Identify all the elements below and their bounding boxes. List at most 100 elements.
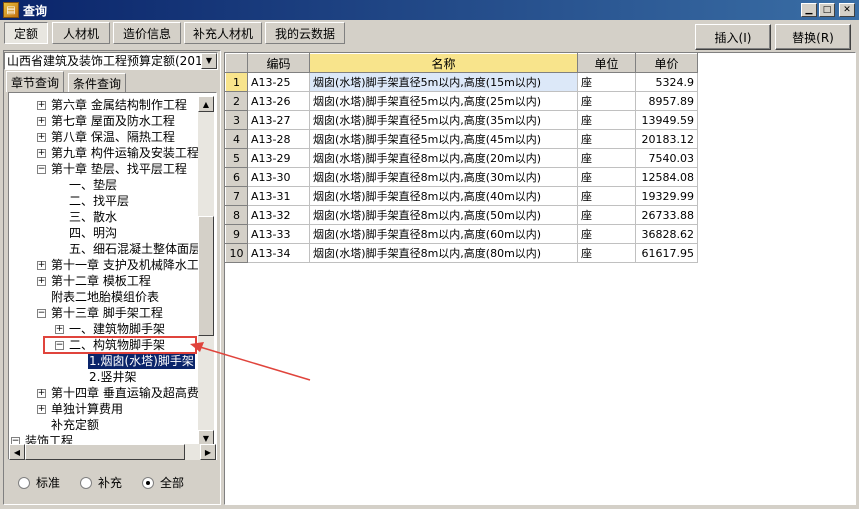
minimize-icon[interactable]: ▁ <box>801 3 817 17</box>
expand-icon[interactable]: + <box>37 388 46 398</box>
code-cell[interactable]: A13-27 <box>247 110 310 130</box>
table-row[interactable]: 2 A13-26 烟囱(水塔)脚手架直径5m以内,高度(25m以内) 座 8957.89 <box>225 91 698 111</box>
radio-all[interactable]: 全部 <box>142 474 184 491</box>
tree-item[interactable]: − 第十章 垫层、找平层工程 <box>37 161 188 177</box>
subtab-condition-search[interactable]: 条件查询 <box>68 73 127 92</box>
code-cell[interactable]: A13-28 <box>247 129 310 149</box>
name-cell[interactable]: 烟囱(水塔)脚手架直径8m以内,高度(40m以内) <box>309 186 578 206</box>
tree-item[interactable]: 三、散水 <box>55 209 118 225</box>
scroll-left-icon[interactable]: ◀ <box>9 444 25 460</box>
row-number-cell[interactable]: 9 <box>225 224 248 244</box>
row-number-cell[interactable]: 3 <box>225 110 248 130</box>
tab-dinge[interactable]: 定额 <box>4 22 48 44</box>
price-cell[interactable]: 8957.89 <box>635 91 698 111</box>
column-header-price[interactable]: 单价 <box>635 53 698 73</box>
code-cell[interactable]: A13-31 <box>247 186 310 206</box>
scroll-right-icon[interactable]: ▶ <box>200 444 216 460</box>
tree-item[interactable]: + 一、建筑物脚手架 <box>55 321 166 337</box>
name-cell[interactable]: 烟囱(水塔)脚手架直径5m以内,高度(25m以内) <box>309 91 578 111</box>
tree-item[interactable]: + 第十四章 垂直运输及超高费 <box>37 385 200 401</box>
code-cell[interactable]: A13-25 <box>247 72 310 92</box>
price-cell[interactable]: 13949.59 <box>635 110 698 130</box>
code-cell[interactable]: A13-30 <box>247 167 310 187</box>
tab-rencaiji[interactable]: 人材机 <box>52 22 110 44</box>
tree-item[interactable]: + 第八章 保温、隔热工程 <box>37 129 176 145</box>
unit-cell[interactable]: 座 <box>577 224 636 244</box>
code-cell[interactable]: A13-34 <box>247 243 310 263</box>
price-cell[interactable]: 7540.03 <box>635 148 698 168</box>
row-number-cell[interactable]: 1 <box>225 72 248 92</box>
price-cell[interactable]: 36828.62 <box>635 224 698 244</box>
unit-cell[interactable]: 座 <box>577 91 636 111</box>
table-row[interactable]: 6 A13-30 烟囱(水塔)脚手架直径8m以内,高度(30m以内) 座 12584.0… <box>225 167 698 187</box>
row-number-cell[interactable]: 6 <box>225 167 248 187</box>
row-number-cell[interactable]: 10 <box>225 243 248 263</box>
scroll-up-icon[interactable]: ▲ <box>198 96 214 112</box>
price-cell[interactable]: 61617.95 <box>635 243 698 263</box>
unit-cell[interactable]: 座 <box>577 167 636 187</box>
row-number-cell[interactable]: 4 <box>225 129 248 149</box>
expand-icon[interactable]: + <box>37 132 46 142</box>
price-cell[interactable]: 26733.88 <box>635 205 698 225</box>
tree-item[interactable]: 1.烟囱(水塔)脚手架 <box>75 353 195 369</box>
unit-cell[interactable]: 座 <box>577 148 636 168</box>
name-cell[interactable]: 烟囱(水塔)脚手架直径8m以内,高度(20m以内) <box>309 148 578 168</box>
scroll-thumb[interactable] <box>198 216 214 336</box>
expand-icon[interactable]: + <box>37 260 46 270</box>
tree-item[interactable]: 附表二地胎模组价表 <box>37 289 160 305</box>
tree-horizontal-scrollbar[interactable]: ◀ ▶ <box>9 444 216 460</box>
table-row[interactable]: 7 A13-31 烟囱(水塔)脚手架直径8m以内,高度(40m以内) 座 19329.9… <box>225 186 698 206</box>
column-header-code[interactable]: 编码 <box>247 53 310 73</box>
row-number-cell[interactable]: 8 <box>225 205 248 225</box>
tree-item[interactable]: 二、找平层 <box>55 193 130 209</box>
name-cell[interactable]: 烟囱(水塔)脚手架直径8m以内,高度(60m以内) <box>309 224 578 244</box>
collapse-icon[interactable]: − <box>37 308 46 318</box>
tree-item[interactable]: + 单独计算费用 <box>37 401 124 417</box>
name-cell[interactable]: 烟囱(水塔)脚手架直径5m以内,高度(15m以内) <box>309 72 578 92</box>
column-header-name[interactable]: 名称 <box>309 53 578 73</box>
tab-buchong-rencaiji[interactable]: 补充人材机 <box>184 22 262 44</box>
name-cell[interactable]: 烟囱(水塔)脚手架直径8m以内,高度(80m以内) <box>309 243 578 263</box>
chevron-down-icon[interactable]: ▼ <box>201 53 217 69</box>
subtab-chapter-search[interactable]: 章节查询 <box>6 71 65 92</box>
row-number-cell[interactable]: 2 <box>225 91 248 111</box>
maximize-icon[interactable]: □ <box>819 3 835 17</box>
tree-item[interactable]: 补充定额 <box>37 417 100 433</box>
table-row[interactable]: 9 A13-33 烟囱(水塔)脚手架直径8m以内,高度(60m以内) 座 36828.6… <box>225 224 698 244</box>
unit-cell[interactable]: 座 <box>577 243 636 263</box>
tree-item[interactable]: − 二、构筑物脚手架 <box>55 337 166 353</box>
tree-item[interactable]: + 第六章 金属结构制作工程 <box>37 97 188 113</box>
expand-icon[interactable]: + <box>37 100 46 110</box>
code-cell[interactable]: A13-32 <box>247 205 310 225</box>
tree-item[interactable]: 一、垫层 <box>55 177 118 193</box>
name-cell[interactable]: 烟囱(水塔)脚手架直径8m以内,高度(30m以内) <box>309 167 578 187</box>
expand-icon[interactable]: + <box>37 404 46 414</box>
code-cell[interactable]: A13-26 <box>247 91 310 111</box>
expand-icon[interactable]: + <box>55 324 64 334</box>
close-icon[interactable]: ✕ <box>839 3 855 17</box>
collapse-icon[interactable]: − <box>37 164 46 174</box>
table-row[interactable]: 1 A13-25 烟囱(水塔)脚手架直径5m以内,高度(15m以内) 座 5324.9 <box>225 72 698 92</box>
library-select[interactable]: 山西省建筑及装饰工程预算定额(2011) ▼ <box>4 52 218 70</box>
table-row[interactable]: 3 A13-27 烟囱(水塔)脚手架直径5m以内,高度(35m以内) 座 13949.5… <box>225 110 698 130</box>
unit-cell[interactable]: 座 <box>577 129 636 149</box>
price-cell[interactable]: 20183.12 <box>635 129 698 149</box>
tab-zaojia-xinxi[interactable]: 造价信息 <box>113 22 181 44</box>
tree-item[interactable]: + 第七章 屋面及防水工程 <box>37 113 176 129</box>
tree-item[interactable]: − 第十三章 脚手架工程 <box>37 305 164 321</box>
price-cell[interactable]: 19329.99 <box>635 186 698 206</box>
name-cell[interactable]: 烟囱(水塔)脚手架直径5m以内,高度(45m以内) <box>309 129 578 149</box>
tree-item[interactable]: 2.竖井架 <box>75 369 137 385</box>
radio-supplement[interactable]: 补充 <box>80 474 122 491</box>
unit-cell[interactable]: 座 <box>577 186 636 206</box>
name-cell[interactable]: 烟囱(水塔)脚手架直径8m以内,高度(50m以内) <box>309 205 578 225</box>
horizontal-scroll-thumb[interactable] <box>25 444 185 460</box>
tab-wode-yunshuju[interactable]: 我的云数据 <box>265 22 345 44</box>
table-row[interactable]: 5 A13-29 烟囱(水塔)脚手架直径8m以内,高度(20m以内) 座 7540.03 <box>225 148 698 168</box>
code-cell[interactable]: A13-33 <box>247 224 310 244</box>
table-row[interactable]: 8 A13-32 烟囱(水塔)脚手架直径8m以内,高度(50m以内) 座 26733.8… <box>225 205 698 225</box>
tree-item[interactable]: + 第十一章 支护及机械降水工程 <box>37 257 212 273</box>
table-row[interactable]: 4 A13-28 烟囱(水塔)脚手架直径5m以内,高度(45m以内) 座 20183.1… <box>225 129 698 149</box>
price-cell[interactable]: 5324.9 <box>635 72 698 92</box>
tree-item[interactable]: + 第十二章 模板工程 <box>37 273 152 289</box>
